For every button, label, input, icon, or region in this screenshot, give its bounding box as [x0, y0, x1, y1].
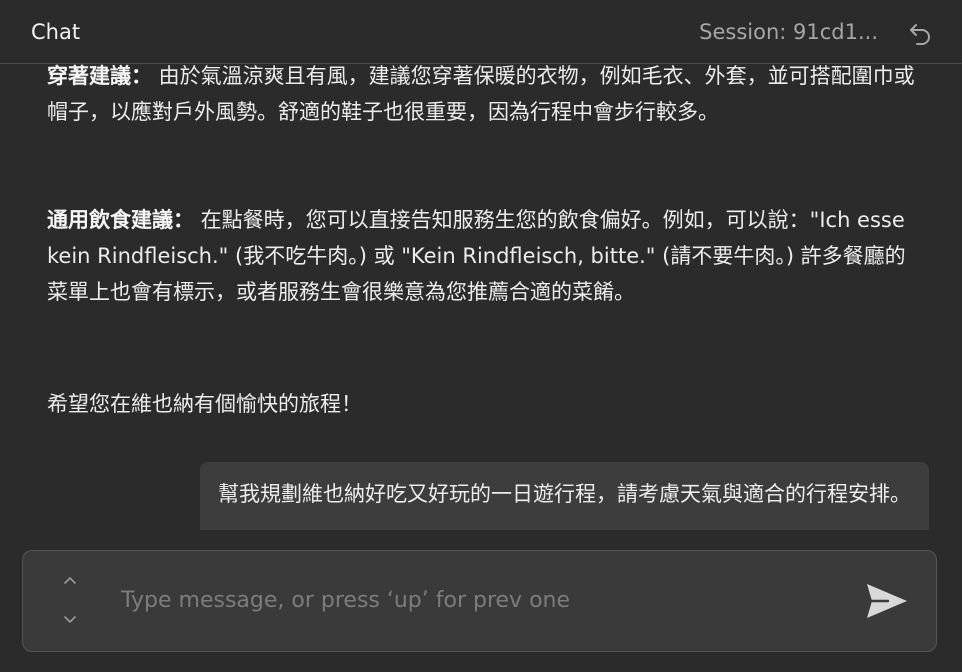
chat-header: Chat Session: 91cd1...	[0, 0, 962, 64]
chevron-up-icon[interactable]	[61, 573, 79, 587]
undo-icon[interactable]	[908, 20, 934, 46]
attire-body: 由於氣溫涼爽且有風，建議您穿著保暖的衣物，例如毛衣、外套，並可搭配圍巾或帽子，以…	[47, 64, 915, 124]
message-input[interactable]	[121, 582, 821, 618]
assistant-paragraph-closing: 希望您在維也納有個愉快的旅程！	[47, 392, 362, 416]
message-composer	[22, 550, 937, 652]
chat-app: Chat Session: 91cd1... 穿著建議： 由於氣溫涼爽且有風，建…	[0, 0, 962, 672]
chevron-down-icon[interactable]	[61, 613, 79, 627]
user-message-bubble: 幫我規劃維也納好吃又好玩的一日遊行程，請考慮天氣與適合的行程安排。	[200, 462, 929, 530]
assistant-paragraph-attire: 穿著建議： 由於氣溫涼爽且有風，建議您穿著保暖的衣物，例如毛衣、外套，並可搭配圍…	[47, 64, 917, 130]
assistant-paragraph-diet: 通用飲食建議： 在點餐時，您可以直接告知服務生您的飲食偏好。例如，可以說："Ic…	[47, 202, 917, 310]
diet-heading: 通用飲食建議：	[47, 208, 194, 232]
chat-title: Chat	[31, 20, 81, 44]
message-list[interactable]: 穿著建議： 由於氣溫涼爽且有風，建議您穿著保暖的衣物，例如毛衣、外套，並可搭配圍…	[0, 64, 962, 544]
attire-heading: 穿著建議：	[47, 64, 152, 88]
session-label[interactable]: Session: 91cd1...	[699, 18, 878, 46]
send-icon[interactable]	[864, 581, 910, 621]
